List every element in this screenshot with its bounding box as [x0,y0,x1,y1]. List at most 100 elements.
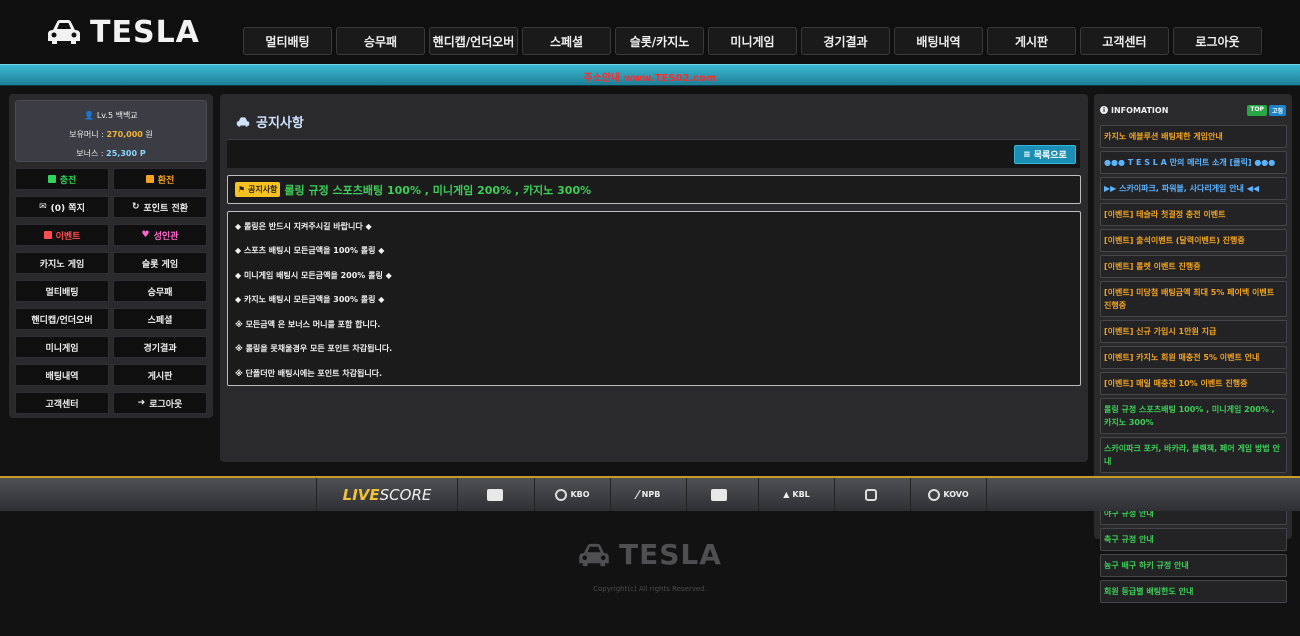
money-label: 보유머니 : [69,130,104,139]
messages-button[interactable]: ✉ (0) 쪽지 [15,196,109,218]
header: TESLA 멀티배팅 승무패 핸디캡/언더오버 스페셜 슬롯/카지노 미니게임 … [0,0,1300,64]
league-npb[interactable]: ⁄ NPB [611,478,687,511]
sidebar-special[interactable]: 스페셜 [113,308,207,330]
info-list-item[interactable]: ▶▶ 스카이파크, 파워볼, 사다리게임 안내 ◀◀ [1100,177,1287,200]
notice-panel: 공지사항 ≡ 목록으로 ⚑ 공지사항 롤링 규정 스포츠배팅 100% , 미니… [220,94,1088,462]
livescore-logo[interactable]: LIVE SCORE [316,478,458,511]
page-title: 공지사항 [236,112,304,131]
sidebar-results[interactable]: 경기결과 [113,336,207,358]
sidebar-slot-game[interactable]: 슬롯 게임 [113,252,207,274]
nav-special[interactable]: 스페셜 [522,27,611,55]
info-list-item[interactable]: 카지노 에볼루션 배팅제한 게임안내 [1100,125,1287,148]
post-title-bar: ⚑ 공지사항 롤링 규정 스포츠배팅 100% , 미니게임 200% , 카지… [227,175,1081,204]
info-list-item[interactable]: [이벤트] 출석이벤트 (달력이벤트) 진행중 [1100,229,1287,252]
info-list-item[interactable]: ●●● T E S L A 만의 메리트 소개 [클릭] ●●● [1100,151,1287,174]
info-icon: i [1100,106,1108,114]
charge-button[interactable]: 충전 [15,168,109,190]
league-nhl[interactable] [835,478,911,511]
league-kbo[interactable]: KBO [535,478,611,511]
money-unit: 원 [145,130,153,139]
user-level-name: Lv.5 백백교 [96,111,138,120]
event-label: 이벤트 [55,231,81,242]
banner-text: 주소안내 www.TES02.com [583,73,717,84]
sidebar-casino-game[interactable]: 카지노 게임 [15,252,109,274]
league-kbl[interactable]: ▲ KBL [759,478,835,511]
league-nba[interactable] [683,478,759,511]
nav-logout[interactable]: 로그아웃 [1173,27,1262,55]
bonus-value: 25,300 P [106,149,146,158]
fixed-badge[interactable]: 고정 [1268,104,1286,116]
sidebar-win-draw-lose[interactable]: 승무패 [113,280,207,302]
back-to-list-button[interactable]: ≡ 목록으로 [1014,145,1076,164]
logout-icon: ➜ [137,398,146,408]
left-sidebar: 👤 Lv.5 백백교 보유머니 : 270,000 원 보너스 : 25,300… [9,94,213,418]
money-value: 270,000 [106,130,143,139]
post-line: ◆ 롤링은 반드시 지켜주시길 바랍니다 ◆ [235,222,372,231]
car-icon [48,20,80,44]
info-list: 카지노 에볼루션 배팅제한 게임안내 ●●● T E S L A 만의 메리트 소… [1100,125,1287,606]
event-button[interactable]: 이벤트 [15,224,109,246]
nav-board[interactable]: 게시판 [987,27,1076,55]
sidebar-minigame[interactable]: 미니게임 [15,336,109,358]
sidebar-support[interactable]: 고객센터 [15,392,109,414]
sidebar-button-grid: 충전 환전 ✉ (0) 쪽지 ↻ 포인트 전환 이벤트 ♥ 성인관 카지노 게임… [15,168,207,414]
top-badge[interactable]: TOP [1247,104,1267,116]
footer-logo-text: TESLA [619,538,722,571]
nav-results[interactable]: 경기결과 [801,27,890,55]
user-level: 👤 Lv.5 백백교 [16,110,206,121]
nav-bet-history[interactable]: 배팅내역 [894,27,983,55]
exchange-button[interactable]: 환전 [113,168,207,190]
envelope-icon: ✉ [39,202,47,212]
nhl-icon [865,488,877,501]
nav-support[interactable]: 고객센터 [1080,27,1169,55]
info-list-item[interactable]: 스카이파크 포커, 바카라, 블랙잭, 페어 게임 방법 안내 [1100,437,1287,473]
league-mlb[interactable] [459,478,535,511]
sidebar-handicap[interactable]: 핸디캡/언더오버 [15,308,109,330]
info-list-item[interactable]: 축구 규정 안내 [1100,528,1287,551]
plus-icon [47,175,56,183]
sidebar-bet-history[interactable]: 배팅내역 [15,364,109,386]
post-toolbar: ≡ 목록으로 [227,139,1080,168]
sidebar-multi-bet[interactable]: 멀티배팅 [15,280,109,302]
post-title: 롤링 규정 스포츠배팅 100% , 미니게임 200% , 카지노 300% [284,183,592,197]
post-line: ◆ 카지노 배팅시 모든금액을 300% 롤링 ◆ [235,295,385,304]
footer-logo: TESLA [577,538,722,571]
nav-slot-casino[interactable]: 슬롯/카지노 [615,27,704,55]
post-line: ※ 단폴더만 배팅시에는 포인트 차감됩니다. [235,369,383,378]
info-list-item[interactable]: [이벤트] 매일 매충전 10% 이벤트 진행중 [1100,372,1287,395]
info-title: i INFOMATION [1100,106,1168,115]
info-list-item[interactable]: [이벤트] 테슬라 첫결정 충전 이벤트 [1100,203,1287,226]
sidebar-board[interactable]: 게시판 [113,364,207,386]
page-title-text: 공지사항 [256,116,304,131]
notice-tag-label: 공지사항 [247,185,278,194]
logout-label: 로그아웃 [149,399,183,410]
adult-button[interactable]: ♥ 성인관 [113,224,207,246]
kbo-icon [555,488,568,501]
info-list-item[interactable]: [이벤트] 카지노 회원 매충전 5% 이벤트 안내 [1100,346,1287,369]
info-list-item[interactable]: [이벤트] 롤렛 이벤트 진행중 [1100,255,1287,278]
info-list-item[interactable]: 롤링 규정 스포츠배팅 100% , 미니게임 200% , 카지노 300% [1100,398,1287,434]
info-title-text: INFOMATION [1111,105,1169,115]
sidebar-logout-button[interactable]: ➜ 로그아웃 [113,392,207,414]
point-convert-button[interactable]: ↻ 포인트 전환 [113,196,207,218]
notice-tag: ⚑ 공지사항 [235,182,281,197]
site-logo[interactable]: TESLA [46,14,200,50]
refresh-icon: ↻ [131,202,140,212]
livescore-bar: LIVE SCORE KBO ⁄ NPB ▲ KBL KOVO [0,476,1300,511]
post-line: ※ 롤링을 못채울경우 모든 포인트 차감됩니다. [235,344,393,353]
nav-minigame[interactable]: 미니게임 [708,27,797,55]
post-line: ※ 모든금액 은 보너스 머니를 포함 합니다. [235,320,381,329]
league-label: KOVO [943,490,969,499]
messages-label: (0) 쪽지 [50,203,85,214]
league-label: KBO [570,490,590,499]
league-label: NPB [641,490,661,499]
post-line: ◆ 스포츠 배팅시 모든금액을 100% 롤링 ◆ [235,246,385,255]
info-list-item[interactable]: [이벤트] 미당첨 배팅금액 최대 5% 페이백 이벤트 진행중 [1100,281,1287,317]
kovo-icon [928,488,941,501]
league-kovo[interactable]: KOVO [911,478,987,511]
nav-multi-bet[interactable]: 멀티배팅 [243,27,332,55]
nav-handicap[interactable]: 핸디캡/언더오버 [429,27,518,55]
info-list-item[interactable]: [이벤트] 신규 가입시 1만원 지급 [1100,320,1287,343]
info-list-item[interactable]: 농구 배구 하키 규정 안내 [1100,554,1287,577]
nav-win-draw-lose[interactable]: 승무패 [336,27,425,55]
